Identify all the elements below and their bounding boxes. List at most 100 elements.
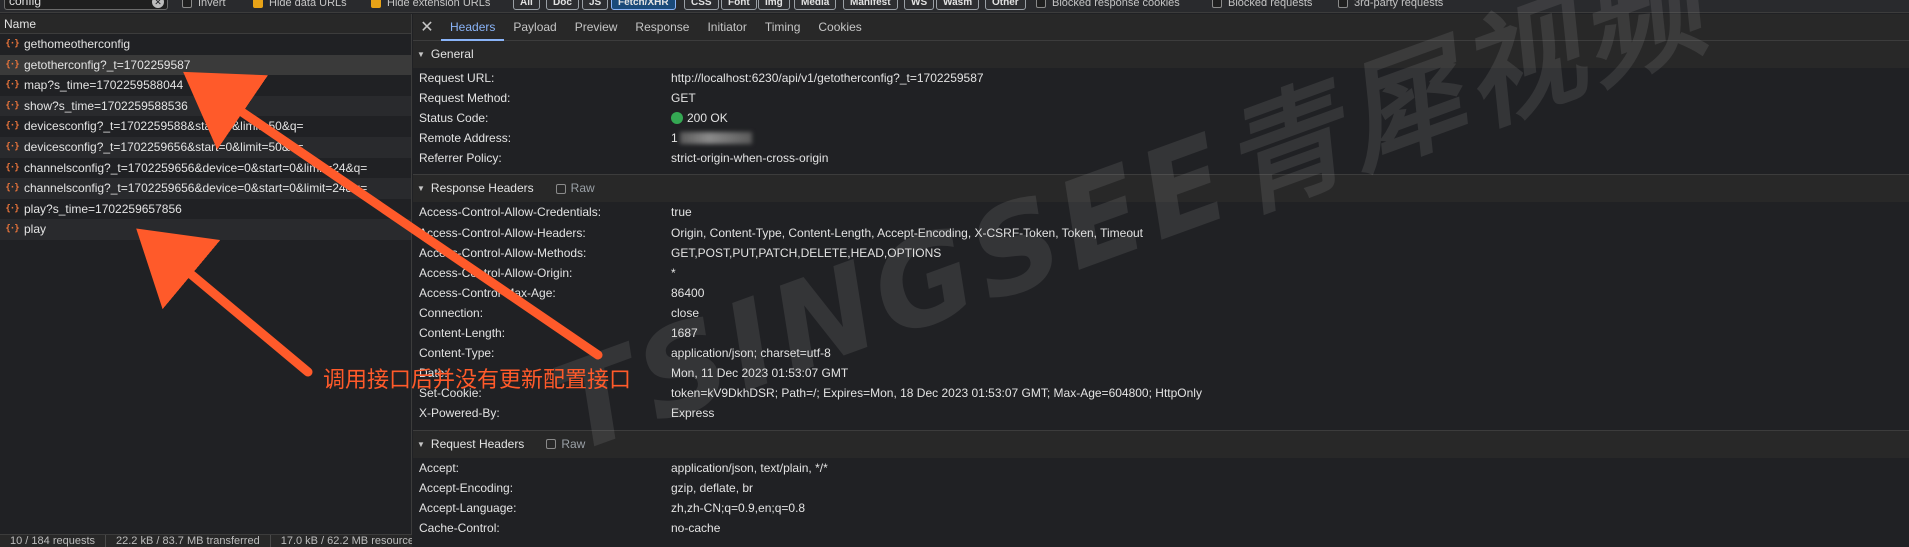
xhr-icon: {·} bbox=[5, 80, 19, 91]
xhr-icon: {·} bbox=[5, 59, 19, 70]
status-ok-icon bbox=[671, 112, 683, 125]
request-row[interactable]: {·} devicesconfig?_t=1702259656&start=0&l… bbox=[0, 136, 411, 158]
third-party-requests-checkbox[interactable]: 3rd-party requests bbox=[1338, 0, 1443, 11]
type-filter-all[interactable]: All bbox=[513, 0, 540, 10]
header-value: 1687 bbox=[671, 326, 698, 341]
raw-checkbox[interactable]: Raw bbox=[555, 175, 595, 202]
tab-cookies[interactable]: Cookies bbox=[809, 14, 870, 41]
raw-checkbox[interactable]: Raw bbox=[546, 431, 585, 458]
tab-payload[interactable]: Payload bbox=[504, 14, 565, 41]
type-filter-doc[interactable]: Doc bbox=[546, 0, 579, 10]
header-row: Content-Type: application/json; charset=u… bbox=[413, 343, 1909, 363]
type-filter-js[interactable]: JS bbox=[582, 0, 609, 10]
clear-filter-icon[interactable]: ✕ bbox=[152, 0, 164, 8]
header-value: 86400 bbox=[671, 285, 705, 300]
checkbox-icon bbox=[546, 439, 557, 449]
checkbox-icon bbox=[1036, 0, 1046, 8]
xhr-icon: {·} bbox=[5, 162, 19, 173]
request-name: devicesconfig?_t=1702259656&start=0&limi… bbox=[24, 139, 304, 154]
request-name: show?s_time=1702259588536 bbox=[24, 98, 188, 113]
type-filter-fetch-xhr[interactable]: Fetch/XHR bbox=[611, 0, 676, 10]
header-value: close bbox=[671, 305, 700, 320]
type-filter-ws[interactable]: WS bbox=[904, 0, 935, 10]
request-name: getotherconfig?_t=1702259587 bbox=[24, 57, 191, 72]
response-headers-section-header[interactable]: ▼ Response Headers Raw bbox=[413, 175, 1909, 203]
xhr-icon: {·} bbox=[5, 141, 19, 152]
request-row[interactable]: {·} channelsconfig?_t=1702259656&device=0… bbox=[0, 158, 411, 179]
request-row[interactable]: {·} devicesconfig?_t=1702259588&start=0&l… bbox=[0, 116, 411, 137]
resources-size: 17.0 kB / 62.2 MB resources bbox=[271, 535, 412, 547]
header-row: Accept: application/json, text/plain, */* bbox=[413, 458, 1909, 478]
type-filter-font[interactable]: Font bbox=[721, 0, 757, 10]
header-value: Origin, Content-Type, Content-Length, Ac… bbox=[671, 225, 1144, 240]
request-name: play?s_time=1702259657856 bbox=[24, 201, 182, 216]
blocked-requests-label: Blocked requests bbox=[1228, 0, 1313, 9]
raw-label: Raw bbox=[570, 181, 595, 196]
invert-checkbox[interactable]: Invert bbox=[182, 0, 226, 11]
header-key: Status Code: bbox=[419, 111, 489, 126]
request-row[interactable]: {·} show?s_time=1702259588536 bbox=[0, 95, 411, 117]
request-name: map?s_time=1702259588044 bbox=[24, 78, 184, 93]
request-name: devicesconfig?_t=1702259588&start=0&limi… bbox=[24, 119, 304, 134]
tab-preview[interactable]: Preview bbox=[566, 14, 627, 41]
header-key: Accept: bbox=[419, 460, 460, 475]
tab-timing[interactable]: Timing bbox=[756, 14, 810, 41]
tab-headers[interactable]: Headers bbox=[441, 14, 505, 41]
header-key: Access-Control-Allow-Headers: bbox=[419, 225, 586, 240]
expand-triangle-icon: ▼ bbox=[417, 439, 425, 449]
tab-initiator[interactable]: Initiator bbox=[698, 14, 755, 41]
request-headers-section-header[interactable]: ▼ Request Headers Raw bbox=[413, 430, 1909, 458]
request-row[interactable]: {·} play?s_time=1702259657856 bbox=[0, 199, 411, 220]
request-row-selected[interactable]: {·} getotherconfig?_t=1702259587 bbox=[0, 54, 411, 76]
network-status-bar: 10 / 184 requests 22.2 kB / 83.7 MB trans… bbox=[0, 534, 412, 547]
header-value: true bbox=[671, 205, 692, 220]
header-key: Remote Address: bbox=[419, 131, 512, 146]
name-column-header[interactable]: Name bbox=[0, 14, 411, 34]
hide-data-urls-checkbox[interactable]: Hide data URLs bbox=[253, 0, 347, 11]
header-value: gzip, deflate, br bbox=[671, 480, 754, 495]
type-filter-media[interactable]: Media bbox=[794, 0, 837, 10]
request-row[interactable]: {·} play bbox=[0, 219, 411, 240]
type-filter-manifest[interactable]: Manifest bbox=[843, 0, 898, 10]
request-headers-section: ▼ Request Headers Raw Accept: application/j… bbox=[413, 430, 1909, 538]
hide-extension-urls-checkbox[interactable]: Hide extension URLs bbox=[371, 0, 490, 11]
header-row: Accept-Language: zh,zh-CN;q=0.9,en;q=0.8 bbox=[413, 498, 1909, 518]
request-row[interactable]: {·} channelsconfig?_t=1702259656&device=0… bbox=[0, 178, 411, 199]
blocked-requests-checkbox[interactable]: Blocked requests bbox=[1212, 0, 1312, 11]
general-section-header[interactable]: ▼ General bbox=[413, 41, 1909, 68]
general-section: ▼ General Request URL: http://localhost:62… bbox=[413, 41, 1909, 176]
hide-data-urls-label: Hide data URLs bbox=[269, 0, 347, 9]
blocked-response-cookies-checkbox[interactable]: Blocked response cookies bbox=[1036, 0, 1180, 11]
type-filter-wasm[interactable]: Wasm bbox=[936, 0, 980, 10]
header-row: Access-Control-Allow-Origin: * bbox=[413, 263, 1909, 283]
header-value: strict-origin-when-cross-origin bbox=[671, 151, 829, 166]
header-key: X-Powered-By: bbox=[419, 406, 500, 421]
filter-input[interactable]: config ✕ bbox=[4, 0, 168, 10]
header-row: Accept-Encoding: gzip, deflate, br bbox=[413, 478, 1909, 498]
request-row[interactable]: {·} gethomeotherconfig bbox=[0, 34, 411, 55]
xhr-icon: {·} bbox=[5, 183, 19, 194]
type-filter-css[interactable]: CSS bbox=[684, 0, 719, 10]
header-value: GET,POST,PUT,PATCH,DELETE,HEAD,OPTIONS bbox=[671, 245, 942, 260]
header-key: Accept-Encoding: bbox=[419, 480, 514, 495]
type-filter-other[interactable]: Other bbox=[985, 0, 1026, 10]
filter-bar: config ✕ Invert Hide data URLs Hide exte… bbox=[0, 0, 1909, 13]
header-row: Access-Control-Allow-Headers: Origin, Con… bbox=[413, 223, 1909, 243]
header-key: Date: bbox=[419, 366, 448, 381]
request-row[interactable]: {·} map?s_time=1702259588044 bbox=[0, 75, 411, 96]
header-value: application/json, text/plain, */* bbox=[671, 460, 828, 475]
header-row: Access-Control-Allow-Credentials: true bbox=[413, 202, 1909, 222]
close-detail-icon[interactable]: ✕ bbox=[413, 17, 441, 37]
header-key: Content-Type: bbox=[419, 346, 495, 361]
header-key: Access-Control-Allow-Methods: bbox=[419, 245, 587, 260]
header-value: GET bbox=[671, 91, 696, 106]
tab-response[interactable]: Response bbox=[626, 14, 698, 41]
checkbox-icon bbox=[1338, 0, 1348, 8]
header-key: Access-Control-Max-Age: bbox=[419, 285, 556, 300]
transferred-size: 22.2 kB / 83.7 MB transferred bbox=[106, 535, 271, 547]
type-filter-img[interactable]: Img bbox=[758, 0, 790, 10]
header-key: Content-Length: bbox=[419, 326, 506, 341]
expand-triangle-icon: ▼ bbox=[417, 184, 425, 194]
header-row: Access-Control-Allow-Methods: GET,POST,PU… bbox=[413, 243, 1909, 263]
header-key: Referrer Policy: bbox=[419, 151, 502, 166]
